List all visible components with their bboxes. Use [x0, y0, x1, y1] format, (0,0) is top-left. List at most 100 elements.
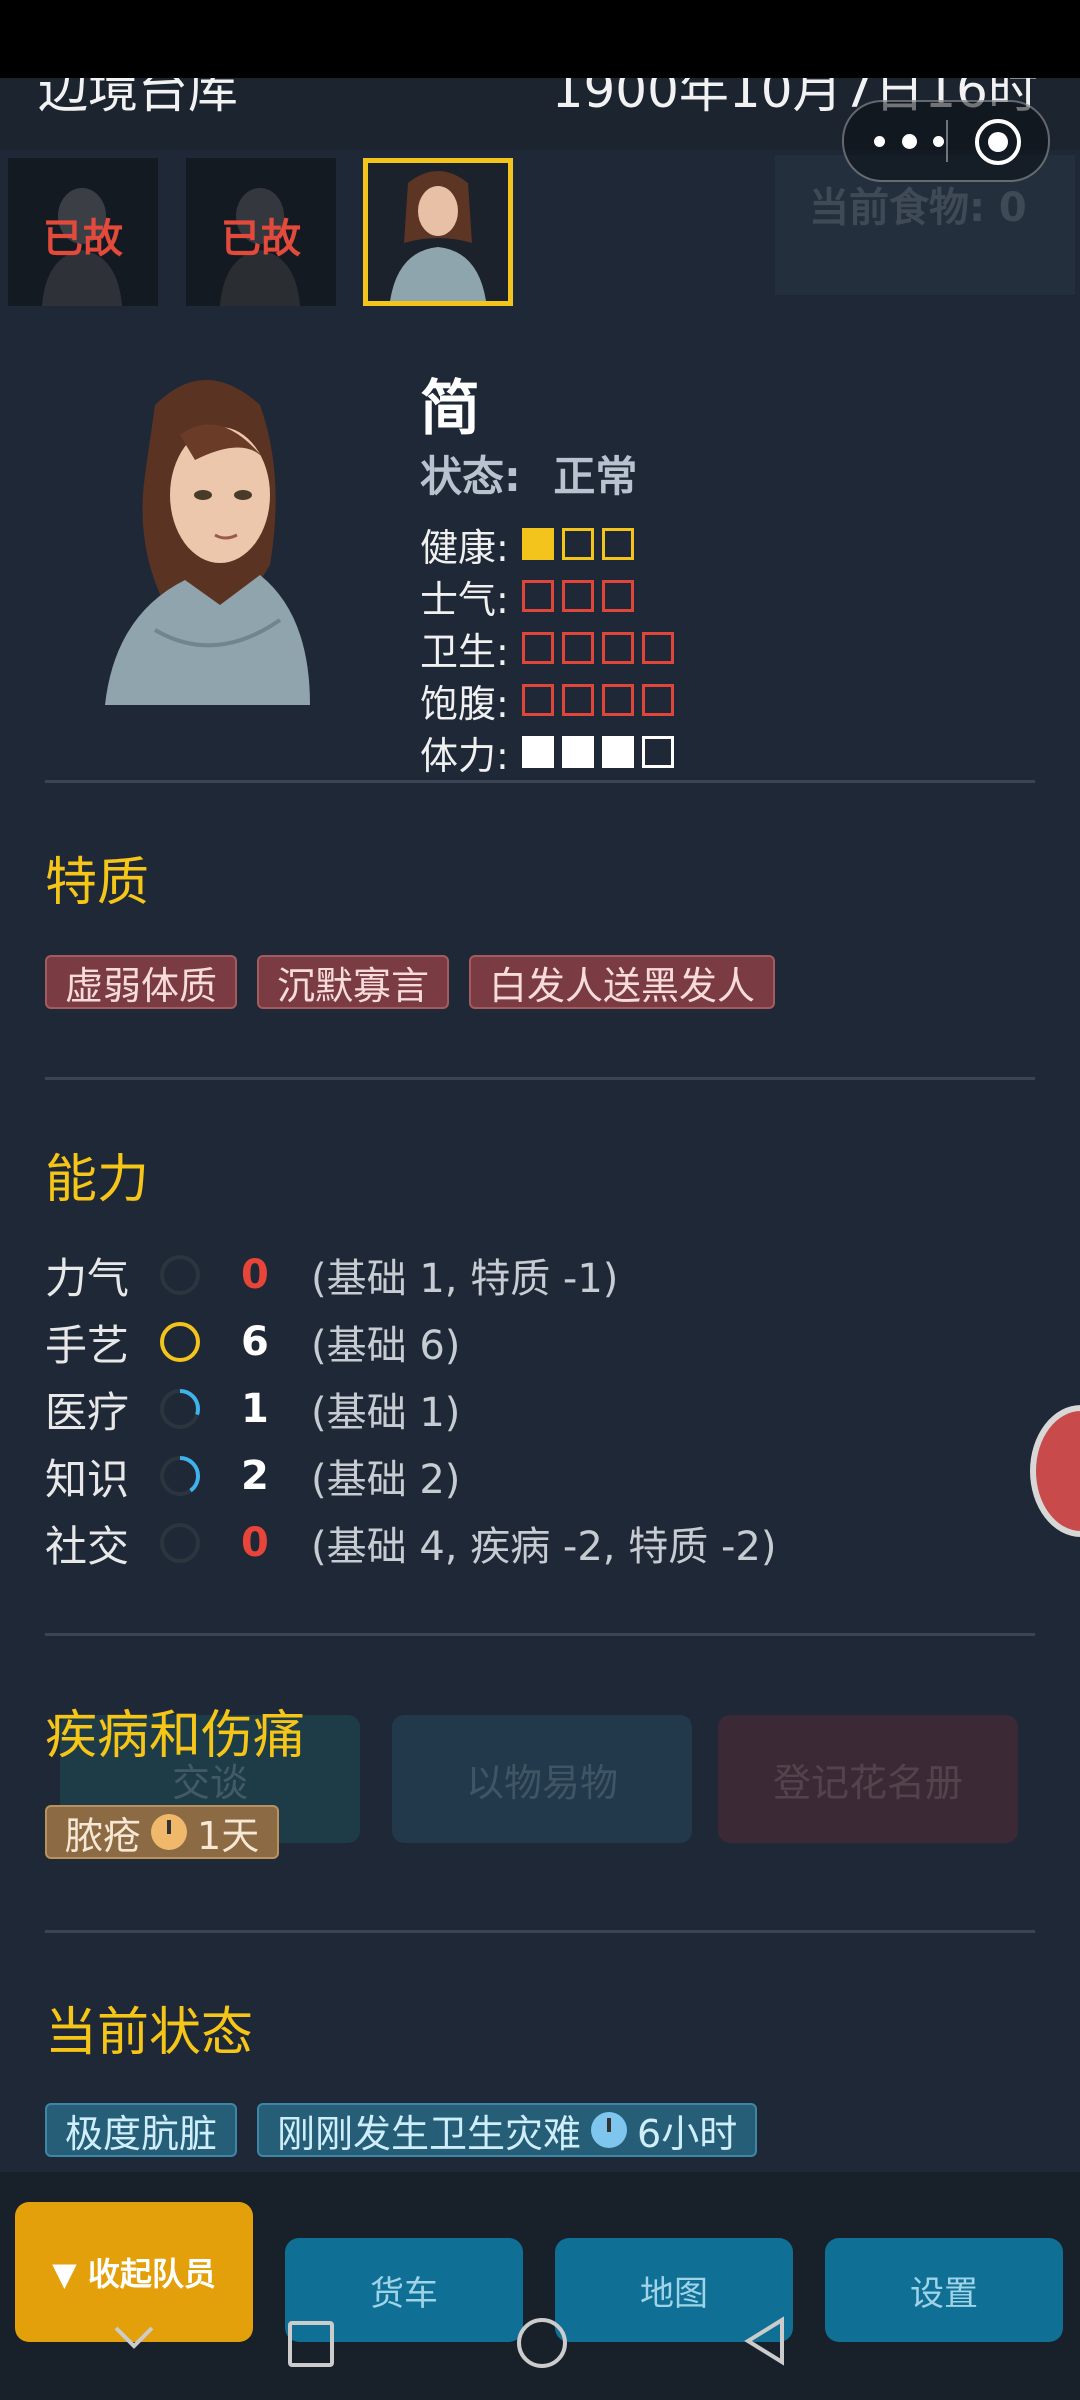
stat-box-empty [522, 632, 554, 664]
roster-slot-1[interactable]: 已故 [8, 158, 158, 306]
ability-name: 力气 [45, 1253, 130, 1303]
condition-name: 刚刚发生卫生灾难 [277, 2111, 582, 2156]
stat-row: 体力: [420, 728, 674, 778]
stat-box-filled [522, 736, 554, 768]
side-float-badge-icon[interactable] [1030, 1405, 1080, 1537]
stat-box-empty [602, 528, 634, 560]
abilities-title: 能力 [45, 1150, 150, 1210]
stat-box-empty [602, 632, 634, 664]
stat-label: 卫生: [420, 629, 509, 674]
chevron-down-icon[interactable] [112, 2322, 156, 2352]
stat-box-empty [642, 684, 674, 716]
ability-row: 知识 2 (基础 2) [45, 1448, 460, 1504]
roster-slot-2[interactable]: 已故 [186, 158, 336, 306]
trait-tag[interactable]: 白发人送黑发人 [469, 955, 776, 1009]
ability-progress-ring [160, 1255, 200, 1295]
ability-value: 2 [241, 1453, 269, 1499]
portrait-jane-icon [390, 171, 486, 301]
ability-progress-ring [160, 1389, 200, 1429]
stat-row: 卫生: [420, 624, 674, 674]
condition-tag[interactable]: 极度肮脏 [45, 2103, 238, 2157]
deceased-label: 已故 [221, 216, 301, 262]
stat-box-empty [642, 632, 674, 664]
illness-list: 脓疮 1天 [45, 1805, 280, 1859]
ability-detail: (基础 4, 疾病 -2, 特质 -2) [311, 1524, 777, 1570]
status-bar [0, 0, 1080, 78]
illness-name: 脓疮 [65, 1813, 142, 1858]
ability-value: 6 [241, 1319, 269, 1365]
divider [45, 1077, 1035, 1080]
traits-list: 虚弱体质 沉默寡言 白发人送黑发人 [45, 955, 776, 1009]
ability-value: 0 [241, 1520, 269, 1566]
stat-box-empty [522, 684, 554, 716]
stat-box-empty [522, 580, 554, 612]
current-state-title: 当前状态 [45, 2003, 254, 2063]
stat-box-filled [562, 736, 594, 768]
ability-detail: (基础 6) [311, 1323, 461, 1369]
stat-label: 饱腹: [420, 681, 509, 726]
roster-slot-3-selected[interactable] [363, 158, 513, 306]
stat-boxes [522, 736, 674, 768]
stat-boxes [522, 528, 634, 560]
state-label: 状态: [420, 452, 521, 501]
barter-button-bg: 以物易物 [392, 1715, 692, 1843]
illness-tag[interactable]: 脓疮 1天 [45, 1805, 280, 1859]
ability-row: 社交 0 (基础 4, 疾病 -2, 特质 -2) [45, 1515, 776, 1571]
recent-apps-icon[interactable] [288, 2321, 334, 2367]
stat-row: 士气: [420, 572, 634, 622]
divider [45, 780, 1035, 783]
home-icon[interactable] [517, 2318, 567, 2368]
ability-detail: (基础 2) [311, 1457, 461, 1503]
divider [45, 1930, 1035, 1933]
target-circle-icon[interactable] [975, 119, 1021, 165]
ability-detail: (基础 1, 特质 -1) [311, 1256, 619, 1302]
traits-title: 特质 [45, 853, 150, 913]
ability-row: 医疗 1 (基础 1) [45, 1381, 460, 1437]
ability-name: 手艺 [45, 1320, 130, 1370]
stat-row: 健康: [420, 520, 634, 570]
clock-icon [151, 1814, 188, 1850]
stat-box-empty [562, 528, 594, 560]
stat-box-empty [602, 684, 634, 716]
more-dots-icon[interactable] [874, 128, 944, 154]
stat-box-empty [562, 580, 594, 612]
back-icon[interactable] [742, 2316, 788, 2366]
ability-row: 手艺 6 (基础 6) [45, 1314, 460, 1370]
capsule-divider [946, 120, 948, 162]
current-state-list: 极度肮脏 刚刚发生卫生灾难 6小时 [45, 2103, 758, 2157]
stat-label: 体力: [420, 733, 509, 778]
condition-tag[interactable]: 刚刚发生卫生灾难 6小时 [257, 2103, 758, 2157]
ability-progress-ring [160, 1322, 200, 1362]
state-value: 正常 [553, 452, 638, 501]
food-label: 当前食物: 0 [809, 185, 1027, 231]
stat-box-empty [642, 736, 674, 768]
register-button-bg: 登记花名册 [718, 1715, 1018, 1843]
mini-program-capsule [842, 100, 1050, 182]
illness-duration: 1天 [197, 1813, 260, 1858]
stat-box-empty [602, 580, 634, 612]
stat-row: 饱腹: [420, 676, 674, 726]
condition-duration: 6小时 [637, 2111, 738, 2156]
stat-box-empty [562, 632, 594, 664]
stat-box-filled [602, 736, 634, 768]
ability-progress-ring [160, 1523, 200, 1563]
divider [45, 1633, 1035, 1636]
ability-name: 知识 [45, 1454, 130, 1504]
ability-progress-ring [160, 1456, 200, 1496]
stat-boxes [522, 632, 674, 664]
stat-box-empty [562, 684, 594, 716]
stat-label: 健康: [420, 525, 509, 570]
stat-box-filled [522, 528, 554, 560]
character-state: 状态: 正常 [420, 443, 637, 504]
clock-icon [591, 2112, 628, 2148]
illness-title: 疾病和伤痛 [45, 1706, 306, 1766]
stat-boxes [522, 580, 634, 612]
character-name: 简 [420, 374, 480, 444]
ability-value: 0 [241, 1252, 269, 1298]
trait-tag[interactable]: 沉默寡言 [257, 955, 450, 1009]
stat-label: 士气: [420, 577, 509, 622]
trait-tag[interactable]: 虚弱体质 [45, 955, 238, 1009]
ability-row: 力气 0 (基础 1, 特质 -1) [45, 1247, 618, 1303]
ability-name: 社交 [45, 1521, 130, 1571]
ability-detail: (基础 1) [311, 1390, 461, 1436]
